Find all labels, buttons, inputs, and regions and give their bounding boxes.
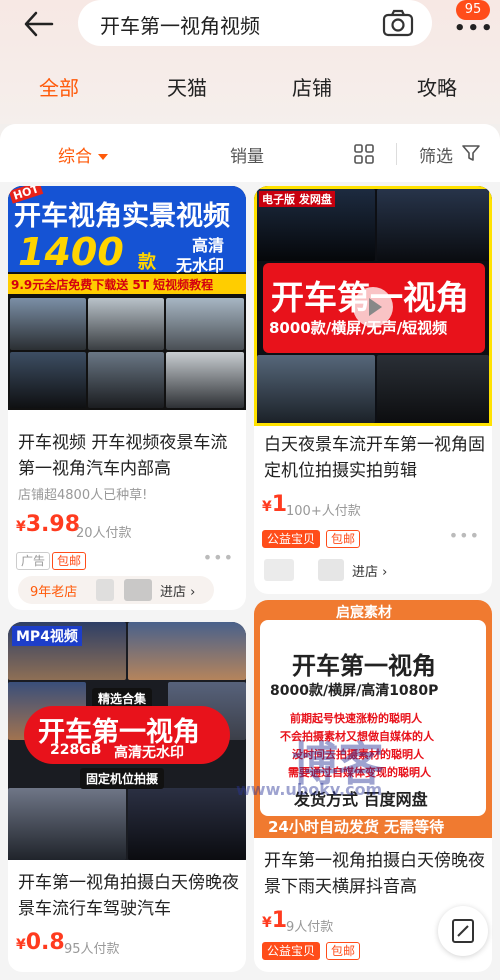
promo-text: 店铺超4800人已种草!: [18, 488, 148, 503]
more-dots-icon[interactable]: •••: [449, 526, 480, 545]
sold-count: 9人付款: [286, 920, 334, 935]
currency-symbol: ¥: [16, 519, 26, 535]
caret-down-icon: [98, 154, 108, 160]
tab-all[interactable]: 全部: [39, 72, 79, 101]
tab-tmall[interactable]: 天猫: [167, 72, 207, 101]
sold-count: 95人付款: [64, 942, 120, 957]
preview-photo: [377, 355, 489, 423]
product-image[interactable]: 启宸素材 开车第一视角 8000款/横屏/高清1080P 前期起号快速涨粉的聪明…: [254, 600, 492, 838]
preview-photo: [88, 352, 164, 408]
preview-photo: [8, 788, 126, 860]
banner-footer: 24小时自动发货 无需等待: [268, 818, 445, 836]
banner-count: 1400: [18, 230, 124, 274]
banner-size: 228GB: [50, 742, 102, 758]
price-value: 0.8: [25, 930, 65, 955]
banner-hd: 高清无水印: [114, 745, 184, 761]
blurred-shop-name: [96, 579, 114, 601]
corner-label: MP4视频: [12, 626, 82, 646]
product-card[interactable]: MP4视频 精选合集 开车第一视角 228GB 高清无水印 固定机位拍摄 开车第…: [8, 622, 246, 972]
ad-tag: 广告: [16, 552, 51, 570]
enter-shop-link[interactable]: 进店 ›: [160, 581, 195, 600]
category-tabs: 全部 天猫 店铺 攻略: [0, 72, 500, 112]
currency-symbol: ¥: [262, 915, 272, 931]
blurred-shop-name: [264, 559, 294, 581]
product-image[interactable]: MP4视频 精选合集 开车第一视角 228GB 高清无水印 固定机位拍摄: [8, 622, 246, 860]
banner-line: 前期起号快速涨粉的聪明人: [290, 712, 422, 725]
shop-row[interactable]: 9年老店 进店 ›: [18, 576, 214, 604]
product-title[interactable]: 白天夜景车流开车第一视角固定机位拍摄实拍剪辑: [264, 432, 488, 484]
banner-spec: 8000款/横屏/高清1080P: [270, 683, 439, 699]
preview-photo: [257, 355, 375, 423]
product-image[interactable]: 电子版 发网盘 开车第一视角 8000款/横屏/无声/短视频: [254, 186, 492, 426]
product-title[interactable]: 开车第一视角拍摄白天傍晚夜景下雨天横屏抖音高: [264, 848, 488, 900]
product-title[interactable]: 开车视频 开车视频夜景车流第一视角汽车内部高: [18, 430, 242, 482]
message-count-badge: 95: [456, 0, 490, 20]
banner-headline: 开车第一视角: [292, 652, 436, 680]
sold-count: 20人付款: [76, 526, 132, 541]
fixed-label: 固定机位拍摄: [80, 768, 165, 789]
free-shipping-tag: 包邮: [326, 942, 361, 960]
banner-strip-text: 9.9元全店免费下载送 5T 短视频教程: [11, 278, 214, 292]
camera-icon[interactable]: [382, 9, 414, 37]
shop-age: 9年老店: [30, 585, 78, 600]
preview-photo: [377, 189, 489, 261]
free-shipping-tag: 包邮: [52, 552, 87, 570]
tab-guides[interactable]: 攻略: [417, 72, 457, 101]
watermark-url: www.ubokv.com: [236, 780, 383, 799]
tab-shops[interactable]: 店铺: [292, 72, 332, 101]
filter-button[interactable]: 筛选: [419, 142, 453, 167]
preview-photo: [10, 298, 86, 350]
corner-label: 电子版 发网盘: [259, 191, 335, 207]
back-arrow-icon[interactable]: [22, 10, 56, 38]
currency-symbol: ¥: [262, 499, 272, 515]
funnel-icon[interactable]: [461, 143, 481, 163]
product-card[interactable]: 电子版 发网盘 开车第一视角 8000款/横屏/无声/短视频 白天夜景车流开车第…: [254, 186, 492, 594]
product-image[interactable]: HOT 开车视角实景视频 1400 款 高清 无水印 9.9元全店免费下载送 5…: [8, 186, 246, 410]
currency-symbol: ¥: [16, 937, 26, 953]
free-shipping-tag: 包邮: [326, 530, 361, 548]
grid-view-icon[interactable]: [354, 144, 374, 164]
price: ¥3.98: [16, 512, 80, 537]
sold-count: 100+人付款: [286, 504, 361, 519]
banner-headline: 开车视角实景视频: [14, 201, 230, 232]
sort-comprehensive[interactable]: 综合: [58, 142, 108, 167]
more-dots-icon[interactable]: •••: [203, 548, 234, 567]
charity-tag: 公益宝贝: [262, 530, 321, 548]
banner-unit: 款: [138, 252, 156, 273]
preview-photo: [128, 622, 246, 680]
play-icon[interactable]: [353, 287, 393, 327]
sort-sales[interactable]: 销量: [230, 142, 264, 167]
preview-photo: [10, 352, 86, 408]
preview-photo: [88, 298, 164, 350]
banner-brand: 启宸素材: [336, 605, 392, 621]
enter-shop-link[interactable]: 进店 ›: [352, 561, 387, 580]
charity-tag: 公益宝贝: [262, 942, 321, 960]
price: ¥0.8: [16, 930, 65, 955]
price-value: 1: [271, 908, 288, 933]
price-value: 3.98: [25, 512, 81, 537]
search-box[interactable]: 开车第一视角视频: [78, 0, 432, 46]
edit-note-icon: [452, 919, 474, 943]
banner-no-watermark: 无水印: [176, 256, 225, 275]
feedback-button[interactable]: [438, 906, 488, 956]
product-card[interactable]: HOT 开车视角实景视频 1400 款 高清 无水印 9.9元全店免费下载送 5…: [8, 186, 246, 610]
price-value: 1: [271, 492, 288, 517]
blurred-shop-name: [124, 579, 152, 601]
blurred-shop-name: [318, 559, 344, 581]
price: ¥1: [262, 908, 287, 933]
preview-photo: [166, 352, 244, 408]
search-query[interactable]: 开车第一视角视频: [100, 10, 260, 39]
price: ¥1: [262, 492, 287, 517]
product-title[interactable]: 开车第一视角拍摄白天傍晚夜景车流行车驾驶汽车: [18, 870, 242, 922]
preview-photo: [166, 298, 244, 350]
preview-photo: [128, 788, 246, 860]
divider: [396, 143, 397, 165]
more-dots-icon: •••: [454, 18, 495, 39]
sort-comprehensive-label: 综合: [58, 147, 92, 167]
shop-row[interactable]: 进店 ›: [264, 556, 404, 584]
